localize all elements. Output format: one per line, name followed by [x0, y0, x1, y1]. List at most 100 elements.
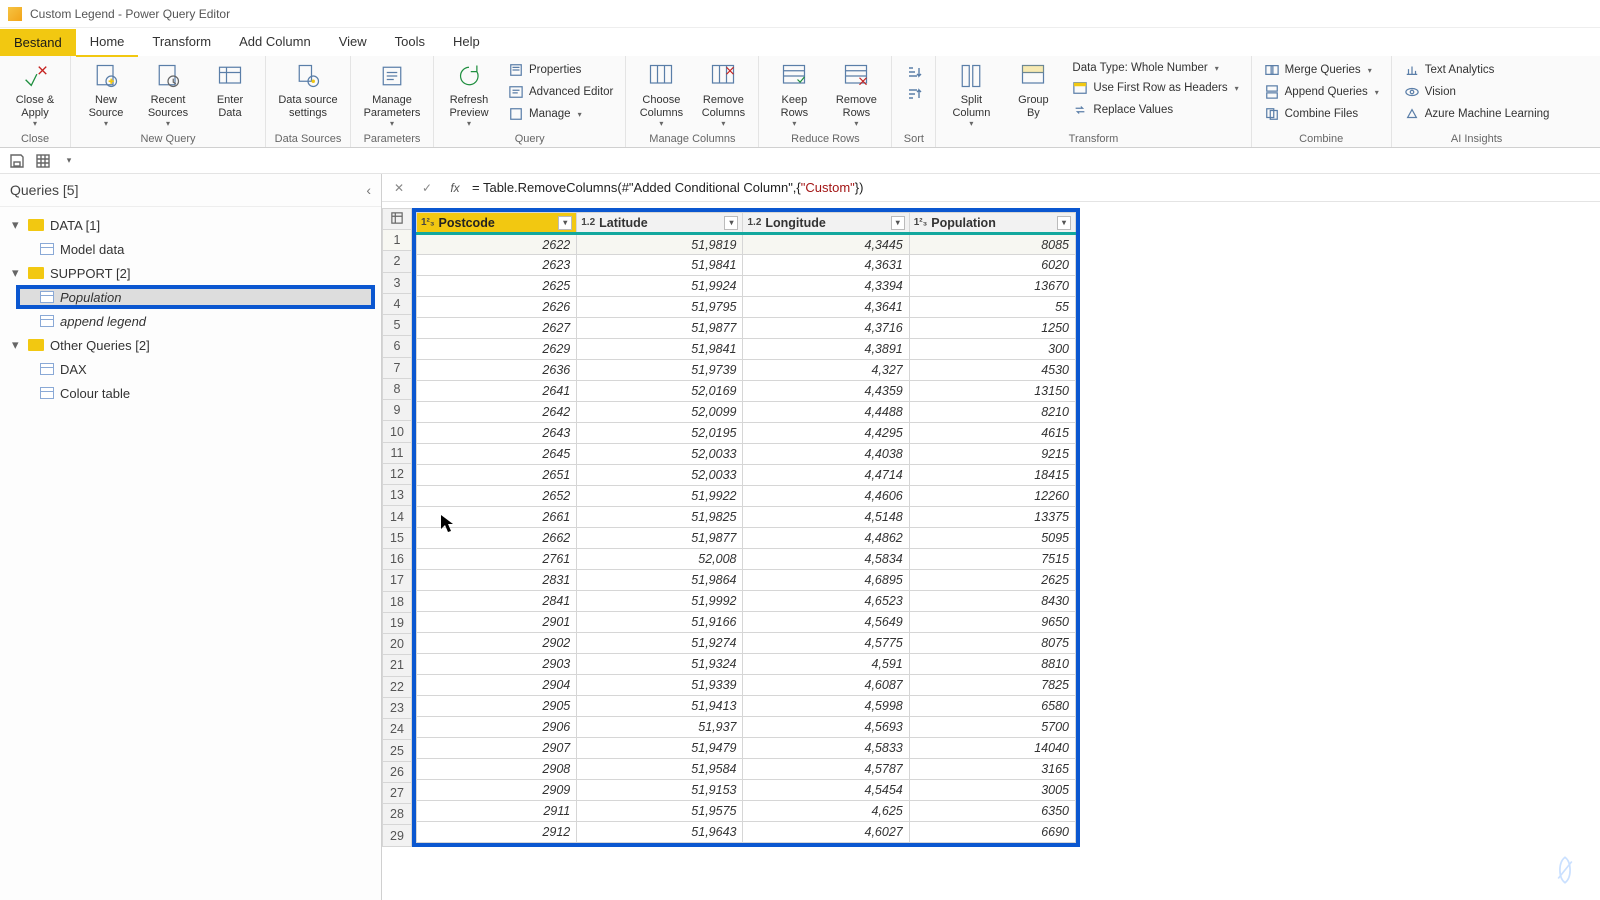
table-cell[interactable]: 18415	[909, 465, 1075, 486]
vision-button[interactable]: Vision	[1398, 82, 1556, 102]
table-cell[interactable]: 4,6027	[743, 822, 909, 843]
table-cell[interactable]: 4,4359	[743, 381, 909, 402]
row-number[interactable]: 4	[383, 293, 412, 314]
group-by-button[interactable]: GroupBy	[1004, 58, 1062, 119]
table-cell[interactable]: 5700	[909, 717, 1075, 738]
column-filter-button[interactable]: ▾	[724, 216, 738, 230]
manage-parameters-button[interactable]: ManageParameters▾	[357, 58, 427, 128]
merge-queries-button[interactable]: Merge Queries▾	[1258, 60, 1385, 80]
table-cell[interactable]: 2907	[417, 738, 577, 759]
data-grid[interactable]: 1²₃Postcode▾1.2Latitude▾1.2Longitude▾1²₃…	[416, 212, 1076, 843]
query-item[interactable]: DAX	[0, 357, 381, 381]
row-number[interactable]: 29	[383, 825, 412, 847]
choose-columns-button[interactable]: ChooseColumns▾	[632, 58, 690, 128]
table-cell[interactable]: 4,591	[743, 654, 909, 675]
table-cell[interactable]: 51,9864	[577, 570, 743, 591]
table-cell[interactable]: 2905	[417, 696, 577, 717]
table-cell[interactable]: 51,9877	[577, 318, 743, 339]
table-row[interactable]: 262551,99244,339413670	[417, 276, 1076, 297]
table-cell[interactable]: 51,9479	[577, 738, 743, 759]
table-cell[interactable]: 2652	[417, 486, 577, 507]
table-cell[interactable]: 2908	[417, 759, 577, 780]
table-cell[interactable]: 2903	[417, 654, 577, 675]
advanced-editor-button[interactable]: Advanced Editor	[502, 82, 619, 102]
table-row[interactable]: 284151,99924,65238430	[417, 591, 1076, 612]
row-number[interactable]: 16	[383, 548, 412, 569]
table-cell[interactable]: 52,0033	[577, 465, 743, 486]
table-row[interactable]: 290951,91534,54543005	[417, 780, 1076, 801]
manage-query-button[interactable]: Manage▾	[502, 104, 619, 124]
table-icon[interactable]	[34, 152, 52, 170]
table-row[interactable]: 265251,99224,460612260	[417, 486, 1076, 507]
table-cell[interactable]: 4,3445	[743, 234, 909, 255]
data-source-settings-button[interactable]: Data sourcesettings	[272, 58, 344, 119]
table-cell[interactable]: 4,5998	[743, 696, 909, 717]
table-row[interactable]: 262951,98414,3891300	[417, 339, 1076, 360]
table-row[interactable]: 290851,95844,57873165	[417, 759, 1076, 780]
table-cell[interactable]: 51,937	[577, 717, 743, 738]
table-cell[interactable]: 2906	[417, 717, 577, 738]
table-cell[interactable]: 2901	[417, 612, 577, 633]
table-cell[interactable]: 6350	[909, 801, 1075, 822]
table-cell[interactable]: 13375	[909, 507, 1075, 528]
table-cell[interactable]: 14040	[909, 738, 1075, 759]
table-cell[interactable]: 51,9584	[577, 759, 743, 780]
table-cell[interactable]: 51,9992	[577, 591, 743, 612]
new-source-button[interactable]: NewSource▾	[77, 58, 135, 128]
table-cell[interactable]: 2642	[417, 402, 577, 423]
row-number[interactable]: 10	[383, 421, 412, 442]
table-cell[interactable]: 8210	[909, 402, 1075, 423]
table-cell[interactable]: 2661	[417, 507, 577, 528]
recent-sources-button[interactable]: RecentSources▾	[139, 58, 197, 128]
table-row[interactable]: 264252,00994,44888210	[417, 402, 1076, 423]
table-cell[interactable]: 5095	[909, 528, 1075, 549]
table-cell[interactable]: 51,9153	[577, 780, 743, 801]
menu-item-add-column[interactable]: Add Column	[225, 28, 325, 57]
column-filter-button[interactable]: ▾	[1057, 216, 1071, 230]
table-cell[interactable]: 51,9841	[577, 339, 743, 360]
remove-rows-button[interactable]: RemoveRows▾	[827, 58, 885, 128]
table-cell[interactable]: 4,5834	[743, 549, 909, 570]
table-row[interactable]: 262651,97954,364155	[417, 297, 1076, 318]
table-cell[interactable]: 3005	[909, 780, 1075, 801]
table-cell[interactable]: 52,0033	[577, 444, 743, 465]
table-cell[interactable]: 52,0169	[577, 381, 743, 402]
first-row-headers-button[interactable]: Use First Row as Headers▾	[1066, 78, 1244, 98]
table-cell[interactable]: 51,9166	[577, 612, 743, 633]
table-cell[interactable]: 8085	[909, 234, 1075, 255]
table-cell[interactable]: 2902	[417, 633, 577, 654]
table-cell[interactable]: 2761	[417, 549, 577, 570]
row-number[interactable]: 27	[383, 782, 412, 803]
table-cell[interactable]: 51,9643	[577, 822, 743, 843]
row-number[interactable]: 8	[383, 378, 412, 399]
table-cell[interactable]: 7515	[909, 549, 1075, 570]
row-number[interactable]: 26	[383, 761, 412, 782]
table-cell[interactable]: 2912	[417, 822, 577, 843]
table-row[interactable]: 262751,98774,37161250	[417, 318, 1076, 339]
row-number[interactable]: 7	[383, 357, 412, 378]
table-cell[interactable]: 2662	[417, 528, 577, 549]
table-row[interactable]: 290451,93394,60877825	[417, 675, 1076, 696]
query-group[interactable]: ▾DATA [1]	[0, 213, 381, 237]
table-cell[interactable]: 4,3641	[743, 297, 909, 318]
table-cell[interactable]: 4,5775	[743, 633, 909, 654]
close-apply-button[interactable]: Close &Apply ▾	[6, 58, 64, 128]
replace-values-button[interactable]: Replace Values	[1066, 100, 1244, 120]
select-all-corner[interactable]	[383, 209, 412, 230]
table-cell[interactable]: 8075	[909, 633, 1075, 654]
table-cell[interactable]: 2651	[417, 465, 577, 486]
row-number[interactable]: 25	[383, 740, 412, 761]
table-cell[interactable]: 9215	[909, 444, 1075, 465]
table-row[interactable]: 262251,98194,34458085	[417, 234, 1076, 255]
table-cell[interactable]: 4,4295	[743, 423, 909, 444]
query-item[interactable]: Model data	[0, 237, 381, 261]
row-number[interactable]: 3	[383, 272, 412, 293]
table-cell[interactable]: 4,5649	[743, 612, 909, 633]
keep-rows-button[interactable]: KeepRows▾	[765, 58, 823, 128]
column-header-postcode[interactable]: 1²₃Postcode▾	[417, 213, 577, 234]
table-cell[interactable]: 51,9922	[577, 486, 743, 507]
table-cell[interactable]: 2909	[417, 780, 577, 801]
query-group[interactable]: ▾SUPPORT [2]	[0, 261, 381, 285]
row-number[interactable]: 19	[383, 612, 412, 633]
table-row[interactable]: 290751,94794,583314040	[417, 738, 1076, 759]
